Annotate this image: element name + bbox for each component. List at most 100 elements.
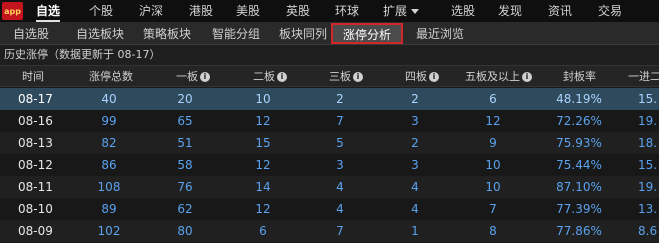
info-icon[interactable]: i [522,72,532,82]
cell-total: 108 [97,180,121,194]
chevron-down-icon [411,9,420,14]
cell-one-to-two: 18. [638,136,658,150]
cell-seal-rate: 48.19% [556,92,602,106]
info-icon[interactable]: i [353,72,363,82]
column-header-seal-rate[interactable]: 封板率 [563,66,596,88]
app-logo: app [2,2,23,20]
cell-seal-rate: 75.93% [556,136,602,150]
table-row[interactable]: 08-17 40 20 10 2 2 6 48.19% 15. [0,88,659,110]
column-header-board5plus[interactable]: 五板及以上 i [465,66,532,88]
tab-bankuai-tonglie[interactable]: 板块同列 [279,25,327,43]
cell-total: 99 [101,114,117,128]
cell-date: 08-16 [18,114,53,128]
cell-board5plus: 10 [485,180,501,194]
nav-meigu[interactable]: 美股 [236,2,260,20]
cell-seal-rate: 77.86% [556,224,602,238]
top-navigation: app 自选 个股 沪深 港股 美股 英股 环球 扩展 选股 发现 资讯 交易 [0,0,659,22]
nav-ganggu[interactable]: 港股 [189,2,213,20]
cell-date: 08-09 [18,224,53,238]
cell-board3: 7 [336,224,344,238]
nav-huanqiu[interactable]: 环球 [335,2,359,20]
column-header-label: 二板 [253,70,275,83]
info-icon[interactable]: i [200,72,210,82]
table-row[interactable]: 08-10 89 62 12 4 4 7 77.39% 13. [0,198,659,220]
cell-board1: 62 [177,202,193,216]
tab-zuijin-liulan[interactable]: 最近浏览 [416,25,464,43]
cell-board2: 14 [255,180,271,194]
table-row[interactable]: 08-16 99 65 12 7 3 12 72.26% 19. [0,110,659,132]
nav-zixuan[interactable]: 自选 [36,2,61,22]
cell-one-to-two: 8.6 [638,224,658,238]
cell-date: 08-13 [18,136,53,150]
tab-zixuan-bankuai[interactable]: 自选板块 [76,25,124,43]
cell-seal-rate: 72.26% [556,114,602,128]
table-row[interactable]: 08-12 86 58 12 3 3 10 75.44% 15. [0,154,659,176]
nav-faxian[interactable]: 发现 [498,2,522,20]
cell-board1: 65 [177,114,193,128]
nav-xuangu[interactable]: 选股 [451,2,475,20]
column-header-label: 五板及以上 [465,70,520,83]
column-header-total[interactable]: 涨停总数 [89,66,133,88]
cell-board4: 2 [411,92,419,106]
cell-board3: 4 [336,202,344,216]
info-icon[interactable]: i [277,72,287,82]
cell-board4: 2 [411,136,419,150]
column-header-board2[interactable]: 二板 i [253,66,287,88]
tab-zhangting-fenxi[interactable]: 涨停分析 [331,23,404,44]
cell-total: 102 [97,224,121,238]
cell-board5plus: 7 [489,202,497,216]
tab-celue-bankuai[interactable]: 策略板块 [143,25,191,43]
nav-yinggu[interactable]: 英股 [286,2,310,20]
column-header-label: 四板 [405,70,427,83]
table-header: 时间 涨停总数 一板 i 二板 i 三板 i 四板 i 五板及以上 i 封板率 一进二 [0,65,659,87]
cell-board4: 1 [411,224,419,238]
nav-jiaoyi[interactable]: 交易 [598,2,622,20]
cell-board1: 58 [177,158,193,172]
cell-board1: 76 [177,180,193,194]
cell-one-to-two: 13. [638,202,658,216]
cell-board4: 4 [411,180,419,194]
cell-total: 89 [101,202,117,216]
table-row[interactable]: 08-13 82 51 15 5 2 9 75.93% 18. [0,132,659,154]
cell-seal-rate: 75.44% [556,158,602,172]
nav-kuozhan[interactable]: 扩展 [383,2,420,20]
cell-board3: 5 [336,136,344,150]
column-header-label: 一板 [176,70,198,83]
cell-board3: 4 [336,180,344,194]
nav-gegu[interactable]: 个股 [89,2,113,20]
column-header-board3[interactable]: 三板 i [329,66,363,88]
cell-one-to-two: 15. [638,92,658,106]
cell-board4: 3 [411,158,419,172]
cell-board1: 20 [177,92,193,106]
cell-board2: 12 [255,158,271,172]
cell-board2: 12 [255,202,271,216]
tab-zhineng-fenzu[interactable]: 智能分组 [212,25,260,43]
nav-hushen[interactable]: 沪深 [139,2,163,20]
cell-board5plus: 8 [489,224,497,238]
info-icon[interactable]: i [429,72,439,82]
cell-board1: 51 [177,136,193,150]
table-row[interactable]: 08-09 102 80 6 7 1 8 77.86% 8.6 [0,220,659,242]
cell-board3: 2 [336,92,344,106]
nav-kuozhan-label: 扩展 [383,4,408,18]
column-header-one-to-two[interactable]: 一进二 [628,66,659,88]
cell-one-to-two: 15. [638,158,658,172]
column-header-board1[interactable]: 一板 i [176,66,210,88]
cell-date: 08-17 [18,92,53,106]
update-info: 历史涨停（数据更新于 08-17） [0,45,659,65]
cell-seal-rate: 87.10% [556,180,602,194]
cell-total: 40 [101,92,117,106]
cell-seal-rate: 77.39% [556,202,602,216]
column-header-board4[interactable]: 四板 i [405,66,439,88]
cell-date: 08-10 [18,202,53,216]
column-header-time[interactable]: 时间 [22,66,44,88]
cell-board1: 80 [177,224,193,238]
cell-board4: 4 [411,202,419,216]
nav-zixun[interactable]: 资讯 [548,2,572,20]
cell-board2: 12 [255,114,271,128]
cell-board3: 3 [336,158,344,172]
cell-one-to-two: 19. [638,180,658,194]
cell-date: 08-11 [18,180,53,194]
tab-zixuangu[interactable]: 自选股 [13,25,49,43]
table-row[interactable]: 08-11 108 76 14 4 4 10 87.10% 19. [0,176,659,198]
